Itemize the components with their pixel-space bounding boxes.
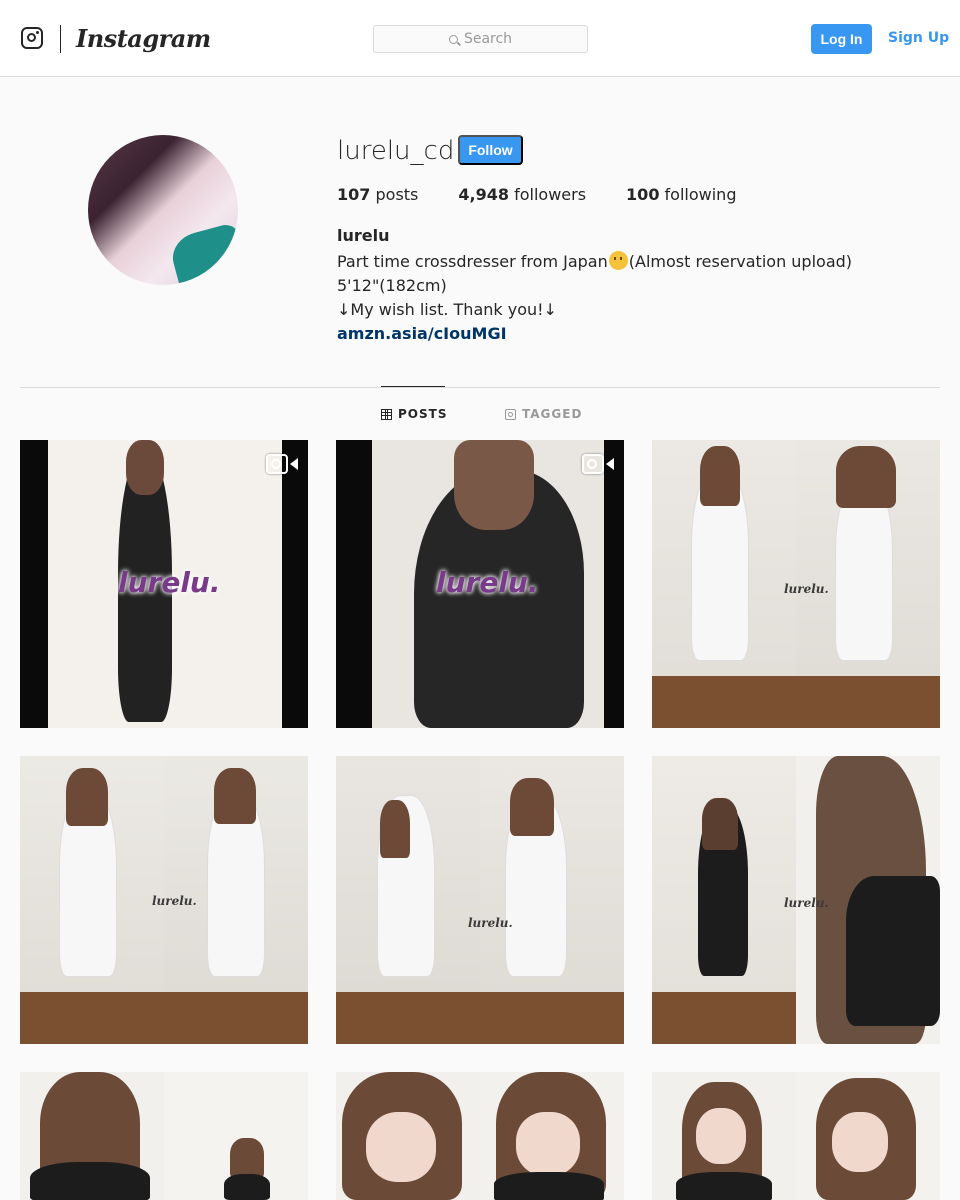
post-watermark: lurelu. [468, 916, 513, 930]
bio-line: Part time crossdresser from Japan (Almost… [337, 250, 852, 274]
post-watermark: lurelu. [784, 582, 829, 596]
signup-link[interactable]: Sign Up [888, 30, 949, 46]
post-thumbnail[interactable] [20, 1072, 308, 1200]
followers-count[interactable]: 4,948 followers [458, 185, 586, 204]
posts-count-label: posts [375, 185, 419, 204]
active-tab-indicator [381, 386, 445, 387]
neutral-face-emoji-icon [608, 251, 628, 270]
tagged-user-icon [505, 408, 516, 420]
tab-posts-label: POSTS [398, 407, 448, 421]
bio-external-link[interactable]: amzn.asia/cIouMGI [337, 324, 507, 343]
posts-count-value: 107 [337, 185, 371, 204]
post-thumbnail[interactable]: lurelu. [336, 440, 624, 728]
bio-line: 5'12"(182cm) [337, 276, 447, 295]
post-watermark: lurelu. [784, 896, 829, 910]
followers-count-value: 4,948 [458, 185, 509, 204]
following-count[interactable]: 100 following [626, 185, 736, 204]
bio-text: Part time crossdresser from Japan [337, 252, 608, 271]
search-icon [448, 34, 458, 44]
profile-avatar[interactable] [88, 135, 238, 285]
instagram-wordmark[interactable]: Instagram [76, 24, 211, 53]
tab-tagged-label: TAGGED [522, 407, 583, 421]
profile-stats: 107 posts 4,948 followers 100 following [337, 185, 776, 204]
logo-divider [60, 25, 61, 53]
tab-tagged[interactable]: TAGGED [505, 407, 582, 421]
top-navigation-bar: Instagram Search Log In Sign Up [0, 0, 960, 77]
followers-count-label: followers [514, 185, 587, 204]
post-watermark: lurelu. [118, 566, 221, 599]
follow-button[interactable]: Follow [458, 135, 523, 165]
following-count-value: 100 [626, 185, 660, 204]
post-thumbnail[interactable] [652, 1072, 940, 1200]
profile-bio: Part time crossdresser from Japan (Almost… [337, 250, 852, 346]
tab-posts[interactable]: POSTS [381, 407, 447, 421]
search-input[interactable]: Search [373, 25, 588, 53]
post-watermark: lurelu. [152, 894, 197, 908]
video-icon [266, 454, 300, 474]
bio-text: (Almost reservation upload) [628, 252, 853, 271]
post-thumbnail[interactable] [336, 1072, 624, 1200]
video-icon [582, 454, 616, 474]
post-thumbnail[interactable]: lurelu. [20, 756, 308, 1044]
following-count-label: following [664, 185, 737, 204]
post-thumbnail[interactable]: lurelu. [336, 756, 624, 1044]
grid-icon [381, 408, 392, 420]
post-thumbnail[interactable]: lurelu. [20, 440, 308, 728]
post-thumbnail[interactable]: lurelu. [652, 756, 940, 1044]
profile-username: lurelu_cd [337, 136, 455, 166]
profile-full-name: lurelu [337, 226, 390, 245]
search-placeholder: Search [463, 31, 513, 47]
posts-count: 107 posts [337, 185, 418, 204]
post-watermark: lurelu. [436, 566, 539, 599]
instagram-camera-icon[interactable] [21, 27, 43, 49]
login-button[interactable]: Log In [811, 24, 872, 54]
post-thumbnail[interactable]: lurelu. [652, 440, 940, 728]
tabs-divider [20, 387, 940, 388]
bio-line: ↓My wish list. Thank you!↓ [337, 300, 557, 319]
